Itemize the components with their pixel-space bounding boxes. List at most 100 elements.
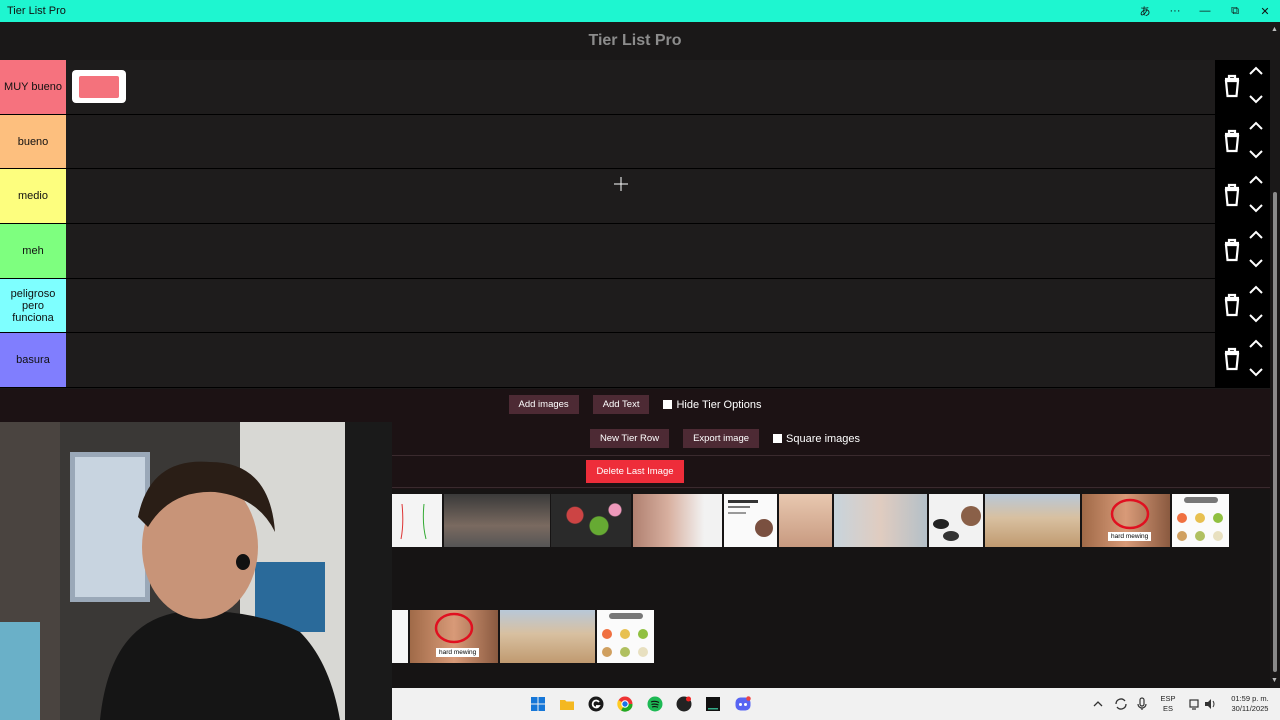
delete-last-image-button[interactable]: Delete Last Image xyxy=(586,460,684,483)
chevron-up-icon[interactable] xyxy=(1249,339,1263,349)
add-images-button[interactable]: Add images xyxy=(508,395,579,414)
app-g-icon[interactable] xyxy=(588,696,604,712)
tier-drop-zone[interactable] xyxy=(66,114,1215,169)
tier-label[interactable]: bueno xyxy=(0,114,66,169)
tier-options xyxy=(1215,278,1270,333)
pool-image[interactable] xyxy=(551,494,631,547)
tier-options xyxy=(1215,169,1270,224)
tier-drop-zone[interactable] xyxy=(66,224,1215,278)
checkbox-box[interactable] xyxy=(773,434,783,443)
tier-drop-zone[interactable] xyxy=(66,278,1215,333)
chevron-down-icon[interactable] xyxy=(1249,203,1263,213)
tier-options xyxy=(1215,224,1270,278)
tier-label[interactable]: medio xyxy=(0,169,66,224)
pool-image[interactable] xyxy=(597,610,654,663)
chevron-down-icon[interactable] xyxy=(1249,94,1263,104)
chevron-up-icon[interactable] xyxy=(1249,175,1263,185)
tier-label[interactable]: basura xyxy=(0,333,66,388)
chevron-up-icon[interactable] xyxy=(1249,230,1263,240)
app-dark-icon[interactable] xyxy=(676,696,692,712)
square-images-checkbox[interactable]: Square images xyxy=(773,433,860,445)
add-text-button[interactable]: Add Text xyxy=(592,395,650,414)
tier-drop-zone[interactable] xyxy=(66,333,1215,388)
clock-date: 30/11/2025 xyxy=(1231,704,1269,713)
scrollbar-thumb[interactable] xyxy=(1273,192,1277,672)
trash-icon[interactable] xyxy=(1223,74,1241,98)
microphone-icon[interactable] xyxy=(1136,696,1148,712)
tier-label[interactable]: MUY bueno xyxy=(0,60,66,114)
tier-label[interactable]: peligroso pero funciona xyxy=(0,278,66,333)
chevron-up-icon[interactable] xyxy=(1249,121,1263,131)
hide-tier-options-checkbox[interactable]: Hide Tier Options xyxy=(663,399,761,411)
ime-icon[interactable]: あ xyxy=(1130,3,1160,19)
tier-options xyxy=(1215,60,1270,114)
chevron-up-icon[interactable] xyxy=(1092,696,1104,712)
discord-icon[interactable] xyxy=(735,696,751,712)
food-chart-thumbnail xyxy=(602,613,648,657)
chevron-down-icon[interactable] xyxy=(1249,149,1263,159)
scroll-up-icon[interactable]: ▲ xyxy=(1271,26,1278,33)
clock[interactable]: 01:59 p. m. 30/11/2025 xyxy=(1220,694,1280,714)
pool-image[interactable] xyxy=(500,610,595,663)
export-image-button[interactable]: Export image xyxy=(683,429,760,448)
chevron-up-icon[interactable] xyxy=(1249,285,1263,295)
pool-image[interactable] xyxy=(1172,494,1229,547)
tier-item[interactable] xyxy=(72,70,126,103)
pool-image[interactable]: hard mewing xyxy=(410,610,498,663)
pool-image[interactable] xyxy=(834,494,927,547)
checkbox-box[interactable] xyxy=(663,400,673,409)
app-title: Tier List Pro xyxy=(588,32,682,49)
spotify-icon[interactable] xyxy=(647,696,663,712)
window-controls: あ ··· — ⧉ ✕ xyxy=(1130,0,1280,22)
chrome-icon[interactable] xyxy=(617,696,633,712)
chevron-down-icon[interactable] xyxy=(1249,258,1263,268)
thumbnail-caption: hard mewing xyxy=(1108,532,1152,541)
app-black-icon[interactable] xyxy=(705,696,721,712)
product-thumbnail xyxy=(933,506,981,541)
tier-row: basura xyxy=(0,333,1270,389)
pool-image[interactable] xyxy=(985,494,1080,547)
tier-row: meh xyxy=(0,224,1270,279)
tier-label[interactable]: meh xyxy=(0,224,66,278)
pool-image[interactable] xyxy=(444,494,550,547)
chevron-up-icon[interactable] xyxy=(1249,66,1263,76)
network-icon[interactable] xyxy=(1189,696,1201,712)
pool-image[interactable] xyxy=(392,494,442,547)
maximize-button[interactable]: ⧉ xyxy=(1220,5,1250,18)
trash-icon[interactable] xyxy=(1223,238,1241,262)
tier-drop-zone[interactable] xyxy=(66,60,1215,114)
minimize-button[interactable]: — xyxy=(1190,5,1220,17)
volume-icon[interactable] xyxy=(1204,696,1216,712)
scroll-down-icon[interactable]: ▼ xyxy=(1271,677,1278,684)
tier-row: MUY bueno xyxy=(0,60,1270,115)
more-options-icon[interactable]: ··· xyxy=(1160,5,1190,17)
tier-row: peligroso pero funciona xyxy=(0,278,1270,334)
pool-image[interactable] xyxy=(633,494,722,547)
tier-row: medio xyxy=(0,169,1270,225)
pool-image[interactable] xyxy=(929,494,983,547)
new-tier-row-button[interactable]: New Tier Row xyxy=(589,429,670,448)
sync-icon[interactable] xyxy=(1114,696,1128,712)
trash-icon[interactable] xyxy=(1223,129,1241,153)
vertical-scrollbar[interactable]: ▲ ▼ xyxy=(1270,22,1280,688)
close-button[interactable]: ✕ xyxy=(1250,5,1280,18)
pool-image[interactable] xyxy=(724,494,777,547)
tier-drop-zone[interactable] xyxy=(66,169,1215,224)
chevron-down-icon[interactable] xyxy=(1249,313,1263,323)
food-chart-thumbnail xyxy=(1177,497,1223,541)
trash-icon[interactable] xyxy=(1223,347,1241,371)
tier-options xyxy=(1215,333,1270,388)
trash-icon[interactable] xyxy=(1223,183,1241,207)
checkbox-label: Hide Tier Options xyxy=(676,398,762,411)
checkbox-label: Square images xyxy=(786,432,861,445)
pool-image[interactable] xyxy=(779,494,832,547)
windows-start-icon[interactable] xyxy=(530,696,546,712)
window-titlebar: Tier List Pro あ ··· — ⧉ ✕ xyxy=(0,0,1280,22)
file-explorer-icon[interactable] xyxy=(559,696,575,712)
tier-list: MUY bueno bueno medio meh peligroso pero… xyxy=(0,60,1270,389)
chevron-down-icon[interactable] xyxy=(1249,367,1263,377)
language-indicator[interactable]: ESP ES xyxy=(1154,694,1182,714)
pool-image[interactable] xyxy=(392,610,408,663)
trash-icon[interactable] xyxy=(1223,293,1241,317)
pool-image[interactable]: hard mewing xyxy=(1082,494,1170,547)
